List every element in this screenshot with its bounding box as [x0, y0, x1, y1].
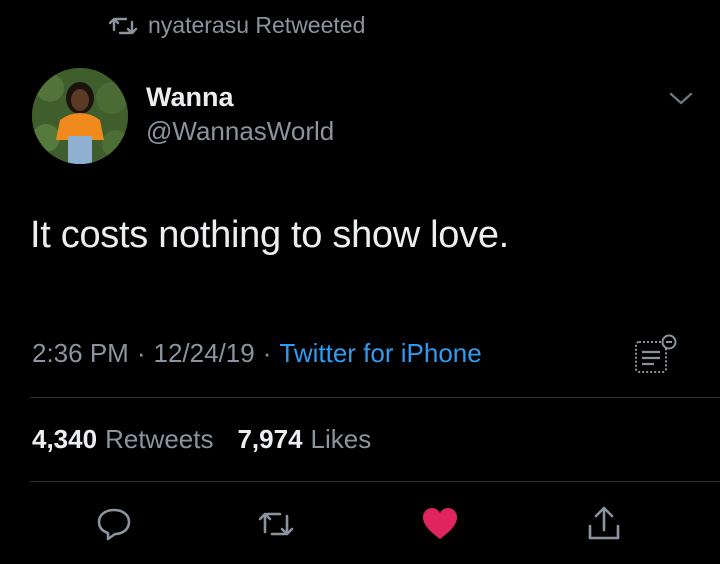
retweet-button[interactable] [254, 502, 298, 546]
tweet-date: 12/24/19 [153, 338, 255, 368]
retweets-count[interactable]: 4,340 [32, 424, 97, 455]
author-handle[interactable]: @WannasWorld [146, 116, 334, 147]
avatar-image [32, 68, 128, 164]
share-icon [588, 506, 620, 540]
divider [30, 481, 720, 482]
likes-label[interactable]: Likes [311, 424, 372, 455]
tweet-source-link[interactable]: Twitter for iPhone [279, 338, 481, 369]
like-button[interactable] [418, 502, 462, 546]
retweets-label[interactable]: Retweets [105, 424, 213, 455]
tweet-time: 2:36 PM [32, 338, 129, 368]
retweet-icon [108, 17, 138, 34]
tweet-meta: 2:36 PM · 12/24/19 · Twitter for iPhone [32, 338, 482, 369]
reply-button[interactable] [92, 502, 136, 546]
avatar[interactable] [32, 68, 128, 164]
reply-icon [97, 508, 131, 541]
likes-count[interactable]: 7,974 [237, 424, 302, 455]
retweet-banner[interactable]: nyaterasu Retweeted [108, 12, 365, 39]
tweet-stats: 4,340 Retweets 7,974 Likes [32, 424, 371, 455]
tweet-text: It costs nothing to show love. [30, 214, 509, 256]
meta-separator: · [262, 338, 272, 368]
author-display-name[interactable]: Wanna [146, 82, 234, 113]
retweet-banner-text: nyaterasu Retweeted [148, 12, 366, 38]
divider [30, 397, 720, 398]
analytics-icon[interactable] [632, 332, 678, 376]
heart-icon [423, 508, 457, 539]
retweet-icon [258, 512, 294, 536]
meta-separator: · [136, 338, 146, 368]
chevron-down-icon[interactable] [666, 86, 696, 110]
share-button[interactable] [582, 502, 626, 546]
